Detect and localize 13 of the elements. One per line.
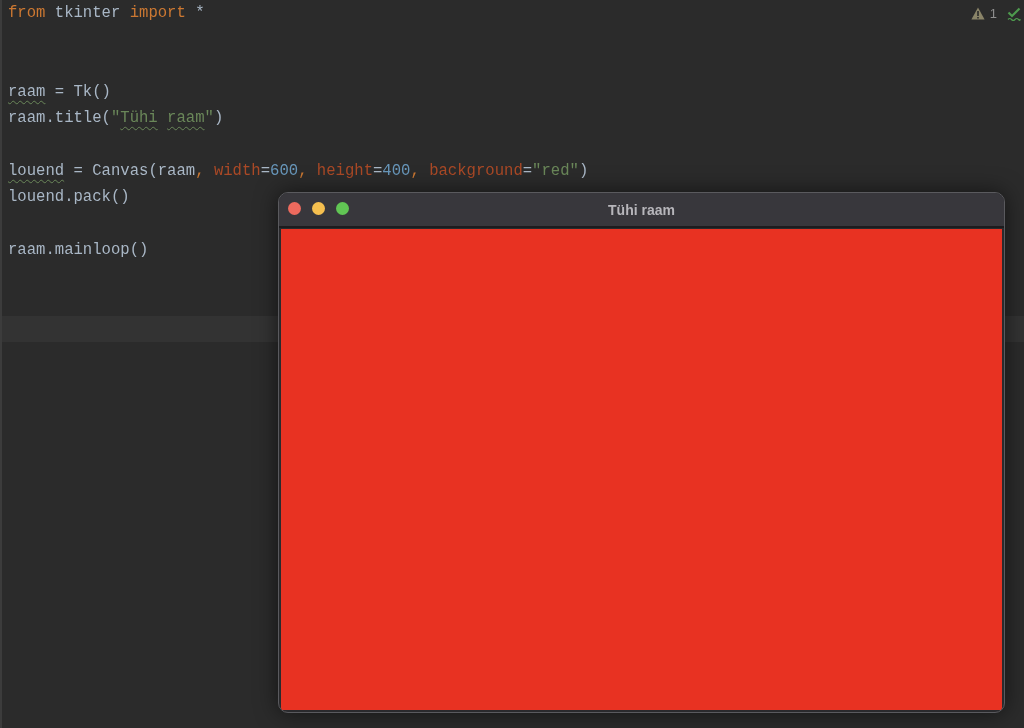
code-line: louend.pack() [8,187,130,209]
check-icon[interactable] [1007,6,1021,21]
zoom-icon[interactable] [336,202,349,215]
window-title: Tühi raam [608,201,675,218]
minimize-icon[interactable] [312,202,325,215]
code-line: louend = Canvas(raam, width=600, height=400, background="red") [8,160,589,182]
close-icon[interactable] [288,202,301,215]
code-line: from tkinter import * [8,3,205,24]
code-line: raam = Tk() [8,81,111,103]
code-line: raam.mainloop() [8,239,149,261]
code-line: raam.title("Tühi raam") [8,108,224,130]
warning-count: 1 [989,6,997,21]
warning-icon[interactable] [970,7,985,20]
